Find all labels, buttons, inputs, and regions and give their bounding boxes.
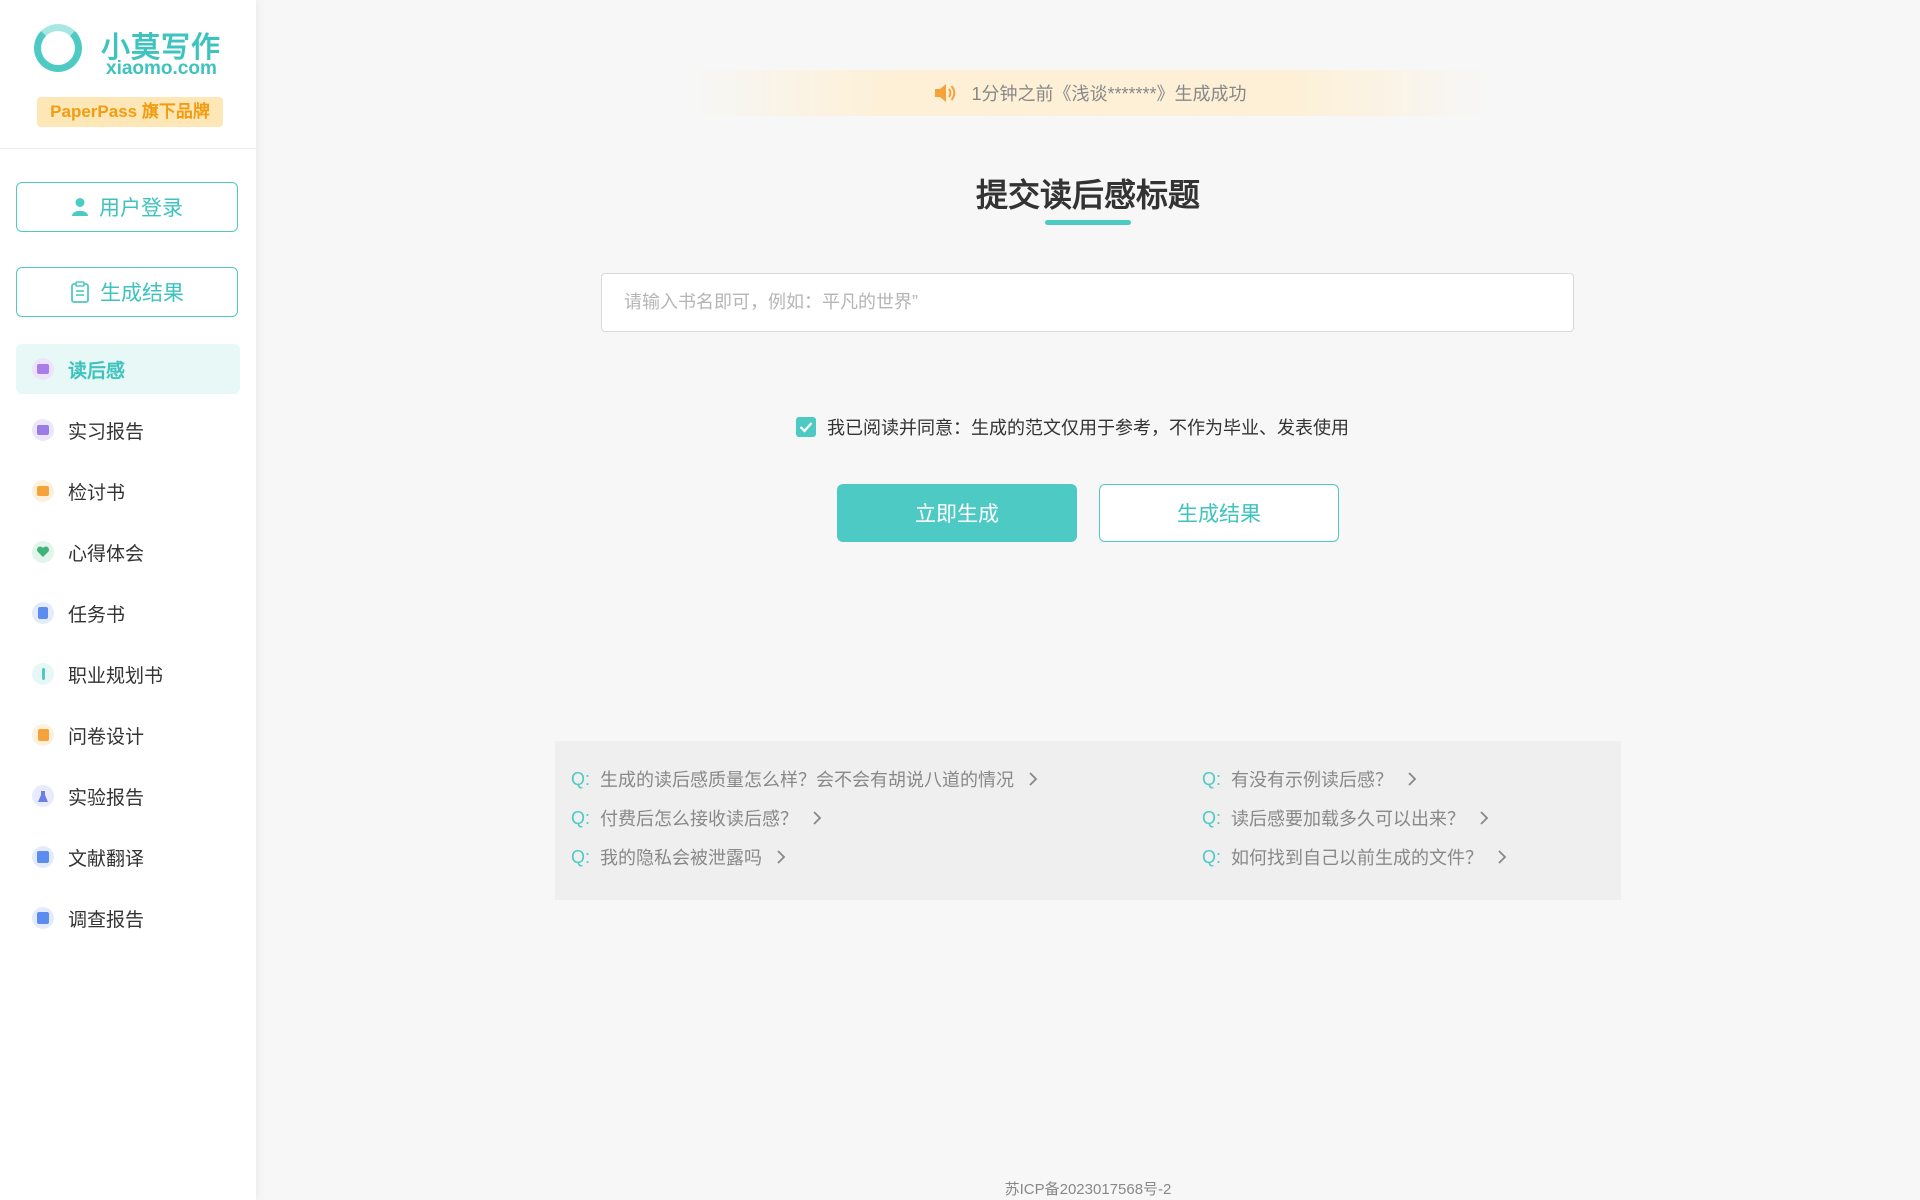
faq-question: 如何找到自己以前生成的文件？ <box>1231 848 1484 868</box>
heart-icon <box>32 541 54 563</box>
faq-item[interactable]: Q: 付费后怎么接收读后感？ <box>571 805 822 831</box>
faq-question: 有没有示例读后感？ <box>1231 770 1394 790</box>
chevron-right-icon <box>776 849 786 865</box>
flask-icon <box>32 785 54 807</box>
faq-item[interactable]: Q: 生成的读后感质量怎么样？会不会有胡说八道的情况 <box>571 766 1038 792</box>
faq-item[interactable]: Q: 如何找到自己以前生成的文件？ <box>1202 844 1507 870</box>
chevron-right-icon <box>1028 771 1038 787</box>
book-title-input[interactable] <box>601 273 1574 332</box>
sidebar-item-label: 检讨书 <box>68 482 126 504</box>
envelope-icon <box>32 480 54 502</box>
chevron-right-icon <box>1479 810 1489 826</box>
generate-button[interactable]: 立即生成 <box>837 484 1077 542</box>
sidebar-item-internship-report[interactable]: 实习报告 <box>16 405 240 455</box>
logo-area: 小莫写作 xiaomo.com PaperPass 旗下品牌 <box>0 0 256 149</box>
clipboard-icon <box>70 281 90 303</box>
faq-question: 生成的读后感质量怎么样？会不会有胡说八道的情况 <box>600 770 1015 790</box>
faq-prefix: Q: <box>571 846 591 867</box>
info-icon <box>32 663 54 685</box>
title-underline <box>1045 220 1131 225</box>
sidebar-item-label: 调查报告 <box>68 909 145 931</box>
chevron-right-icon <box>1497 849 1507 865</box>
question-icon <box>32 724 54 746</box>
sidebar-item-label: 读后感 <box>68 360 126 382</box>
sidebar-item-label: 实验报告 <box>68 787 145 809</box>
monitor-icon <box>32 419 54 441</box>
sidebar-item-label: 文献翻译 <box>68 848 145 870</box>
sidebar-item-reading-review[interactable]: 读后感 <box>16 344 240 394</box>
faq-item[interactable]: Q: 有没有示例读后感？ <box>1202 766 1417 792</box>
faq-panel: Q: 生成的读后感质量怎么样？会不会有胡说八道的情况 Q: 付费后怎么接收读后感… <box>555 741 1621 900</box>
faq-item[interactable]: Q: 读后感要加载多久可以出来？ <box>1202 805 1489 831</box>
sidebar-item-label: 问卷设计 <box>68 726 145 748</box>
sidebar-item-reflection[interactable]: 心得体会 <box>16 527 240 577</box>
logo-icon[interactable] <box>34 24 82 72</box>
results-button[interactable]: 生成结果 <box>16 267 238 317</box>
brand-badge: PaperPass 旗下品牌 <box>37 97 223 127</box>
sidebar-item-label: 实习报告 <box>68 421 145 443</box>
footer-icp[interactable]: 苏ICP备2023017568号-2 <box>0 1178 1920 1199</box>
results-button-label: 生成结果 <box>100 282 184 305</box>
faq-question: 付费后怎么接收读后感？ <box>600 809 799 829</box>
page-title: 提交读后感标题 <box>975 177 1200 213</box>
sidebar-item-questionnaire[interactable]: 问卷设计 <box>16 710 240 760</box>
sidebar-nav: 读后感 实习报告 检讨书 心得体会 任务书 职业规划书 问卷设计 实验报告 文献… <box>16 344 240 954</box>
view-results-button[interactable]: 生成结果 <box>1099 484 1339 542</box>
sidebar-item-self-criticism[interactable]: 检讨书 <box>16 466 240 516</box>
speaker-icon <box>933 82 957 104</box>
faq-prefix: Q: <box>571 807 591 828</box>
sidebar-item-label: 心得体会 <box>68 543 145 565</box>
faq-prefix: Q: <box>571 768 591 789</box>
checklist-icon <box>32 907 54 929</box>
brand-domain[interactable]: xiaomo.com <box>106 58 217 80</box>
faq-question: 读后感要加载多久可以出来？ <box>1231 809 1466 829</box>
agree-checkbox[interactable] <box>796 417 816 437</box>
faq-question: 我的隐私会被泄露吗 <box>600 848 763 868</box>
agreement-row: 我已阅读并同意：生成的范文仅用于参考，不作为毕业、发表使用 <box>796 414 1349 440</box>
sidebar-item-task-book[interactable]: 任务书 <box>16 588 240 638</box>
notice-bar: 1分钟之前《浅谈*******》生成成功 <box>690 70 1490 116</box>
sidebar-item-lab-report[interactable]: 实验报告 <box>16 771 240 821</box>
agree-text[interactable]: 我已阅读并同意：生成的范文仅用于参考，不作为毕业、发表使用 <box>827 414 1349 440</box>
chevron-right-icon <box>812 810 822 826</box>
sidebar-item-survey-report[interactable]: 调查报告 <box>16 893 240 943</box>
sidebar-item-career-plan[interactable]: 职业规划书 <box>16 649 240 699</box>
sidebar-item-label: 任务书 <box>68 604 126 626</box>
faq-prefix: Q: <box>1202 846 1222 867</box>
faq-prefix: Q: <box>1202 768 1222 789</box>
sidebar-item-translation[interactable]: 文献翻译 <box>16 832 240 882</box>
sidebar-item-label: 职业规划书 <box>68 665 164 687</box>
faq-item[interactable]: Q: 我的隐私会被泄露吗 <box>571 844 786 870</box>
notice-text: 1分钟之前《浅谈*******》生成成功 <box>971 84 1247 104</box>
clipboard-icon <box>32 602 54 624</box>
chat-icon <box>32 358 54 380</box>
faq-prefix: Q: <box>1202 807 1222 828</box>
translate-icon <box>32 846 54 868</box>
chevron-right-icon <box>1407 771 1417 787</box>
